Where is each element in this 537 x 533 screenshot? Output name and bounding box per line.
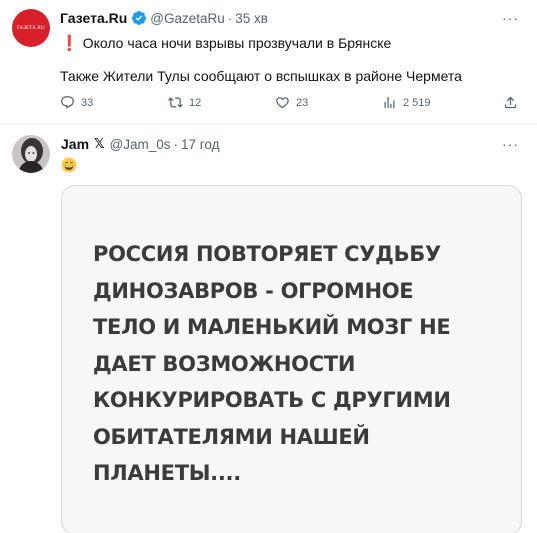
- timestamp[interactable]: 17 год: [181, 137, 219, 152]
- retweet-count: 12: [189, 96, 202, 109]
- image-text: РОССИЯ ПОВТОРЯЕТ СУДЬБУ ДИНОЗАВРОВ - ОГР…: [93, 236, 451, 492]
- image-text-line: ДАЕТ ВОЗМОЖНОСТИ: [93, 351, 356, 376]
- separator-dot: ·: [227, 10, 233, 26]
- views-button[interactable]: 2 519: [382, 95, 431, 110]
- grinning-face-emoji-icon: [61, 157, 77, 173]
- share-icon: [504, 96, 517, 109]
- views-chart-icon: [384, 96, 395, 109]
- tweet-gazeta[interactable]: ГАЗЕТА.RU Газета.Ru @GazetaRu · 35 хв ··…: [0, 0, 537, 124]
- retweet-icon: [168, 97, 183, 108]
- views-count: 2 519: [403, 96, 431, 109]
- image-text-line: ТЕЛО И МАЛЕНЬКИЙ МОЗГ НЕ: [93, 315, 451, 339]
- tweet-header: Jam 𝕏 @Jam_0s · 17 год: [61, 136, 219, 152]
- image-text-line: ДИНОЗАВРОВ - ОГРОМНОЕ: [93, 278, 414, 303]
- tweet-header: Газета.Ru @GazetaRu · 35 хв: [60, 10, 268, 26]
- separator-dot: ·: [173, 136, 179, 152]
- image-text-line: РОССИЯ ПОВТОРЯЕТ СУДЬБУ: [93, 242, 441, 266]
- heart-icon: [276, 97, 289, 109]
- x-badge-icon: 𝕏: [94, 136, 105, 151]
- tweet-text: Около часа ночи взрывы прозвучали в Брян…: [82, 35, 392, 51]
- avatar[interactable]: ГАЗЕТА.RU: [12, 9, 50, 47]
- retweet-button[interactable]: 12: [168, 95, 201, 110]
- media-image-card[interactable]: РОССИЯ ПОВТОРЯЕТ СУДЬБУ ДИНОЗАВРОВ - ОГР…: [61, 185, 522, 533]
- image-text-line: КОНКУРИРОВАТЬ С ДРУГИМИ: [93, 388, 451, 412]
- tweet-text-line-2: Также Жители Тулы сообщают о вспышках в …: [60, 68, 462, 84]
- tweet-actions: 33 12 23 2 519: [60, 95, 520, 111]
- like-button[interactable]: 23: [275, 95, 308, 110]
- share-button[interactable]: [503, 95, 524, 110]
- avatar-image: [12, 135, 50, 173]
- avatar-logo-text: ГАЗЕТА.RU: [17, 25, 45, 31]
- exclamation-icon: ❗: [60, 35, 79, 52]
- verified-badge-icon: [132, 11, 147, 25]
- author-name[interactable]: Jam: [61, 136, 89, 152]
- image-text-line: ОБИТАТЕЛЯМИ НАШЕЙ: [93, 424, 370, 449]
- more-options-button[interactable]: ···: [502, 10, 519, 26]
- image-text-line: ПЛАНЕТЫ....: [93, 461, 241, 485]
- timestamp[interactable]: 35 хв: [235, 11, 268, 26]
- author-handle[interactable]: @Jam_0s: [110, 137, 171, 152]
- more-options-button[interactable]: ···: [502, 136, 519, 152]
- tweet-jam[interactable]: Jam 𝕏 @Jam_0s · 17 год ··· РОССИЯ ПОВТОР…: [0, 124, 537, 533]
- reply-button[interactable]: 33: [60, 95, 93, 110]
- reply-icon: [61, 96, 74, 109]
- author-handle[interactable]: @GazetaRu: [150, 11, 225, 26]
- like-count: 23: [296, 96, 309, 109]
- avatar[interactable]: [12, 135, 50, 173]
- reply-count: 33: [81, 96, 94, 109]
- author-name[interactable]: Газета.Ru: [60, 10, 127, 26]
- tweet-text-line-1: ❗ Около часа ночи взрывы прозвучали в Бр…: [60, 34, 391, 52]
